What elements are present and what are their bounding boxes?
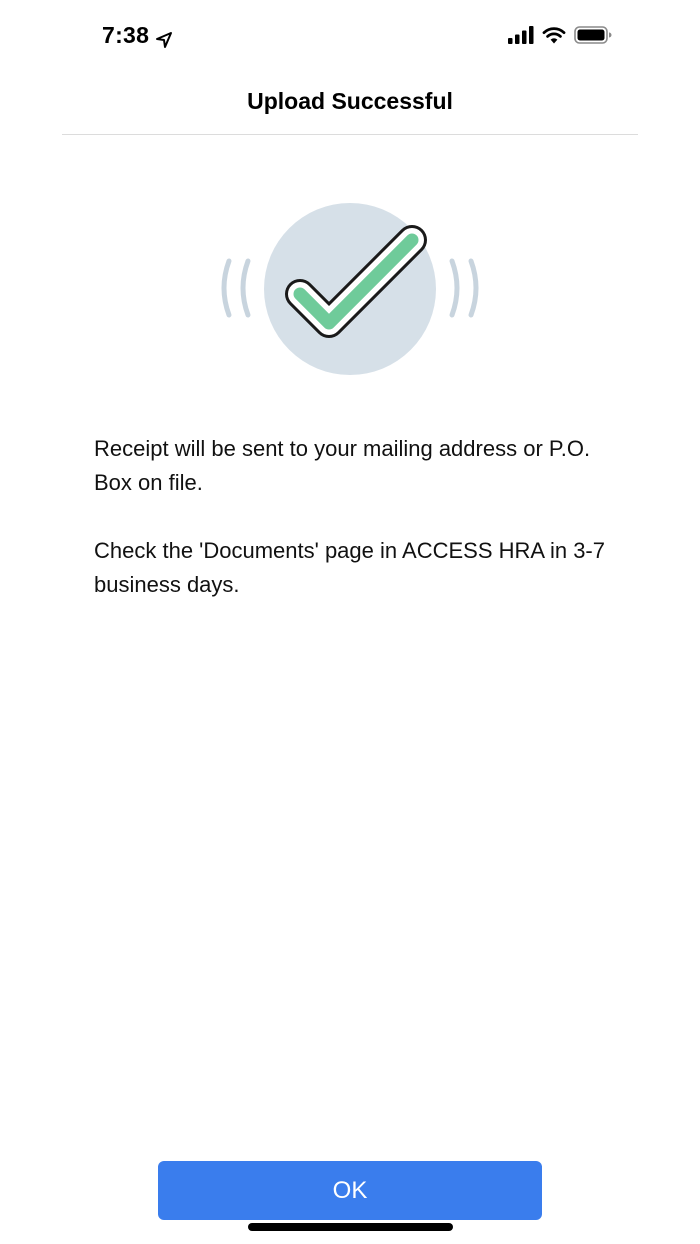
home-indicator[interactable] <box>248 1223 453 1231</box>
receipt-message: Receipt will be sent to your mailing add… <box>94 436 591 495</box>
checkmark-success-icon <box>221 203 479 375</box>
documents-message: Check the 'Documents' page in ACCESS HRA… <box>94 538 605 597</box>
success-illustration <box>200 195 500 385</box>
ok-button[interactable]: OK <box>158 1161 542 1220</box>
nav-bar: Upload Successful <box>62 72 638 135</box>
status-time-group: 7:38 <box>102 22 173 49</box>
confirmation-messages: Receipt will be sent to your mailing add… <box>94 432 624 602</box>
page-title: Upload Successful <box>247 88 453 114</box>
status-bar: 7:38 <box>0 0 700 72</box>
cellular-signal-icon <box>508 26 534 49</box>
location-arrow-icon <box>155 28 173 48</box>
status-time: 7:38 <box>102 22 150 48</box>
wifi-icon <box>542 26 566 49</box>
status-indicators <box>508 26 612 49</box>
battery-icon <box>574 26 612 49</box>
upload-successful-screen: 7:38 Upload Successful Receipt will be s… <box>0 0 700 1244</box>
